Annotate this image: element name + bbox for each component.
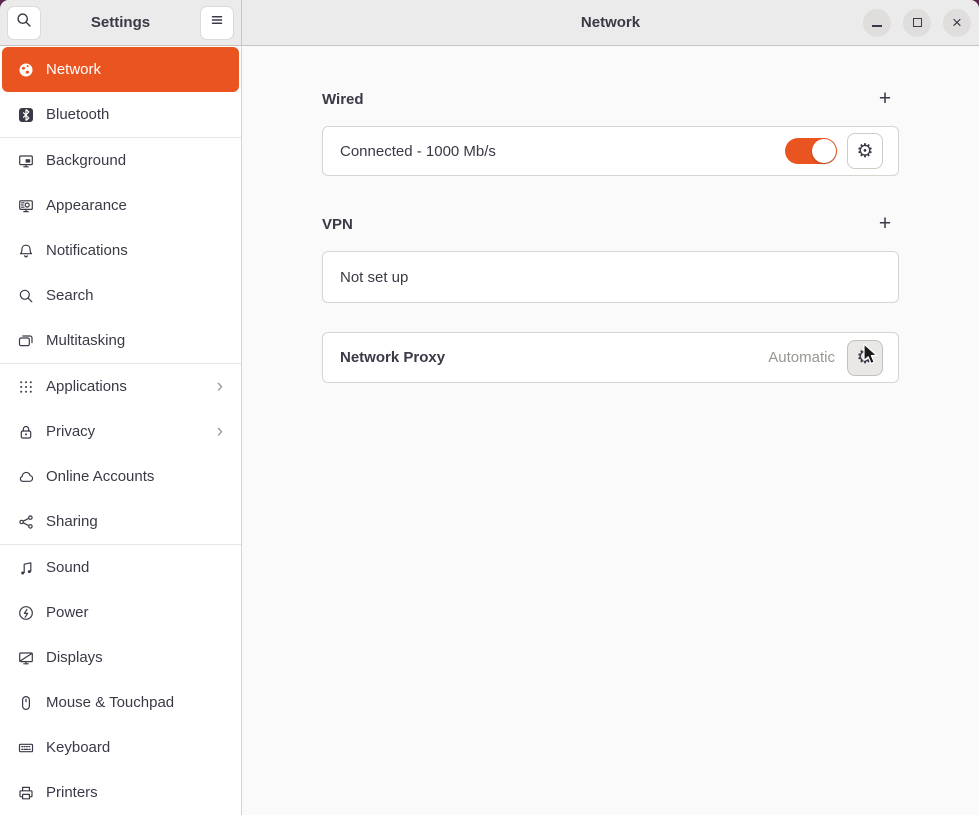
- sidebar-item-background[interactable]: Background: [2, 138, 239, 183]
- close-icon: ×: [952, 14, 962, 31]
- gear-icon: ⚙: [856, 348, 873, 367]
- sidebar-item-sound[interactable]: Sound: [2, 545, 239, 590]
- proxy-label: Network Proxy: [340, 349, 768, 366]
- minimize-button[interactable]: [863, 9, 891, 37]
- share-icon: [18, 514, 34, 530]
- windows-icon: [18, 333, 34, 349]
- power-icon: [18, 605, 34, 621]
- settings-window: Settings Network × Network: [0, 0, 979, 815]
- network-proxy-row[interactable]: Network Proxy Automatic ⚙: [322, 332, 899, 383]
- sidebar-item-label: Notifications: [46, 242, 225, 259]
- printer-icon: [18, 785, 34, 801]
- wired-settings-button[interactable]: ⚙: [847, 133, 883, 169]
- sidebar-item-label: Background: [46, 152, 225, 169]
- sidebar-item-search[interactable]: Search: [2, 273, 239, 318]
- main-headerbar: Network ×: [242, 0, 979, 46]
- proxy-value: Automatic: [768, 349, 835, 366]
- toggle-knob: [812, 139, 836, 163]
- appearance-icon: [18, 198, 34, 214]
- sidebar-item-keyboard[interactable]: Keyboard: [2, 725, 239, 770]
- background-icon: [18, 153, 34, 169]
- sidebar-item-notifications[interactable]: Notifications: [2, 228, 239, 273]
- sidebar-item-privacy[interactable]: Privacy ›: [2, 409, 239, 454]
- display-icon: [18, 650, 34, 666]
- sidebar-headerbar: Settings: [0, 0, 242, 46]
- menu-button[interactable]: [200, 6, 234, 40]
- sidebar: Network Bluetooth Background: [0, 46, 242, 815]
- hamburger-icon: [209, 12, 225, 33]
- search-icon: [18, 288, 34, 304]
- sidebar-item-label: Multitasking: [46, 332, 225, 349]
- sidebar-item-label: Network: [46, 61, 225, 78]
- mouse-icon: [18, 695, 34, 711]
- add-wired-button[interactable]: +: [871, 87, 899, 111]
- bell-icon: [18, 243, 34, 259]
- vpn-section-header: VPN +: [322, 212, 899, 236]
- lock-icon: [18, 424, 34, 440]
- sidebar-item-multitasking[interactable]: Multitasking: [2, 318, 239, 363]
- sidebar-item-label: Keyboard: [46, 739, 225, 756]
- chevron-right-icon: ›: [217, 377, 225, 396]
- wired-toggle[interactable]: [785, 138, 837, 164]
- maximize-button[interactable]: [903, 9, 931, 37]
- bluetooth-icon: [18, 107, 34, 123]
- sidebar-item-label: Appearance: [46, 197, 225, 214]
- close-button[interactable]: ×: [943, 9, 971, 37]
- wired-status-text: Connected - 1000 Mb/s: [340, 143, 785, 160]
- network-panel: Wired + Connected - 1000 Mb/s ⚙ VPN + No…: [242, 46, 979, 815]
- sidebar-item-network[interactable]: Network: [2, 47, 239, 92]
- sidebar-item-displays[interactable]: Displays: [2, 635, 239, 680]
- vpn-section-label: VPN: [322, 216, 353, 233]
- sidebar-item-label: Bluetooth: [46, 106, 225, 123]
- search-icon: [16, 12, 32, 33]
- cloud-icon: [18, 469, 34, 485]
- minimize-icon: [872, 25, 882, 27]
- sidebar-item-online-accounts[interactable]: Online Accounts: [2, 454, 239, 499]
- sidebar-item-label: Privacy: [46, 423, 205, 440]
- sidebar-item-printers[interactable]: Printers: [2, 770, 239, 815]
- keyboard-icon: [18, 740, 34, 756]
- gear-icon: ⚙: [856, 142, 873, 161]
- sidebar-item-label: Power: [46, 604, 225, 621]
- sidebar-item-label: Search: [46, 287, 225, 304]
- sidebar-item-power[interactable]: Power: [2, 590, 239, 635]
- sidebar-item-label: Applications: [46, 378, 205, 395]
- wired-section-label: Wired: [322, 91, 364, 108]
- sidebar-item-label: Mouse & Touchpad: [46, 694, 225, 711]
- globe-icon: [18, 62, 34, 78]
- window-controls: ×: [863, 0, 971, 45]
- grid-icon: [18, 379, 34, 395]
- sidebar-item-label: Displays: [46, 649, 225, 666]
- sidebar-item-label: Printers: [46, 784, 225, 801]
- sidebar-item-sharing[interactable]: Sharing: [2, 499, 239, 544]
- wired-section-header: Wired +: [322, 87, 899, 111]
- proxy-settings-button[interactable]: ⚙: [847, 340, 883, 376]
- page-title: Network: [581, 14, 640, 31]
- wired-connection-row[interactable]: Connected - 1000 Mb/s ⚙: [322, 126, 899, 176]
- sidebar-item-label: Sharing: [46, 513, 225, 530]
- sidebar-item-applications[interactable]: Applications ›: [2, 364, 239, 409]
- chevron-right-icon: ›: [217, 422, 225, 441]
- search-button[interactable]: [7, 6, 41, 40]
- sidebar-item-label: Sound: [46, 559, 225, 576]
- sidebar-item-bluetooth[interactable]: Bluetooth: [2, 92, 239, 137]
- note-icon: [18, 560, 34, 576]
- maximize-icon: [913, 18, 922, 27]
- vpn-status-text: Not set up: [340, 269, 883, 286]
- add-vpn-button[interactable]: +: [871, 212, 899, 236]
- vpn-row[interactable]: Not set up: [322, 251, 899, 303]
- sidebar-item-appearance[interactable]: Appearance: [2, 183, 239, 228]
- sidebar-item-mouse-touchpad[interactable]: Mouse & Touchpad: [2, 680, 239, 725]
- sidebar-item-label: Online Accounts: [46, 468, 225, 485]
